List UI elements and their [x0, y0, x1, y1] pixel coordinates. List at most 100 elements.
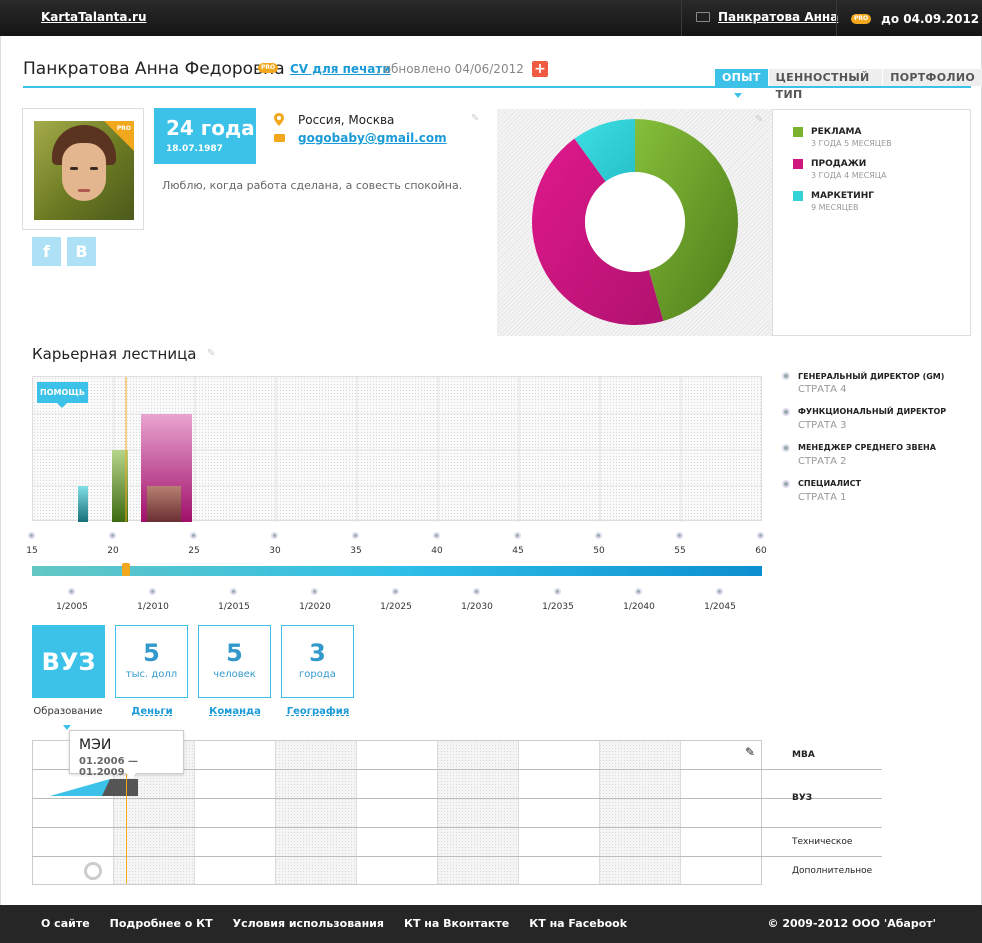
level-strata: СТРАТА 2: [798, 456, 847, 467]
level-strata: СТРАТА 3: [798, 420, 847, 431]
footer-link-terms[interactable]: Условия использования: [233, 917, 384, 930]
pro-badge: PRO: [851, 14, 872, 24]
edu-row-label: MBA: [792, 750, 815, 760]
site-logo[interactable]: KartaTalanta.ru: [41, 10, 147, 24]
top-bar: KartaTalanta.ru Панкратова Анна PRO до 0…: [0, 0, 982, 36]
timeline-scrollbar[interactable]: [32, 566, 762, 576]
edit-pencil-icon[interactable]: ✎: [207, 349, 217, 359]
age-tick-label: 15: [26, 546, 38, 556]
level-marker: [782, 372, 790, 380]
pro-status: PRO до 04.09.2012: [851, 12, 979, 26]
career-bar[interactable]: [78, 486, 88, 522]
age-tick-dot: [190, 532, 197, 539]
level-marker: [782, 408, 790, 416]
year-tick-label: 1/2035: [542, 602, 574, 612]
footer-link-facebook[interactable]: КТ на Facebook: [529, 917, 627, 930]
tooltip-dates: 01.2006 — 01.2009: [79, 756, 139, 778]
email-link[interactable]: gogobaby@gmail.com: [298, 131, 447, 145]
divider: [681, 0, 682, 36]
mail-icon: [274, 134, 285, 142]
level-title: ФУНКЦИОНАЛЬНЫЙ ДИРЕКТОР: [798, 407, 947, 416]
year-tick-label: 1/2015: [218, 602, 250, 612]
age-tick-dot: [352, 532, 359, 539]
edit-pencil-icon[interactable]: ✎: [745, 746, 755, 758]
age-tick-dot: [514, 532, 521, 539]
tab-experience[interactable]: ОПЫТ: [715, 69, 768, 86]
year-tick-dot: [554, 588, 561, 595]
year-tick-label: 1/2030: [461, 602, 493, 612]
age-tick-label: 25: [188, 546, 200, 556]
geography-stat[interactable]: 3 города: [281, 625, 354, 698]
edit-pencil-icon[interactable]: ✎: [471, 114, 481, 124]
birth-date: 18.07.1987: [166, 144, 223, 154]
location-pin-icon: [274, 113, 284, 126]
age-tick-label: 45: [512, 546, 524, 556]
vkontakte-icon[interactable]: B: [67, 237, 96, 266]
education-stat[interactable]: ВУЗ: [32, 625, 105, 698]
profile-card-icon: [696, 12, 710, 22]
add-button[interactable]: +: [532, 61, 548, 77]
chart-legend: РЕКЛАМА 3 ГОДА 5 МЕСЯЦЕВ ПРОДАЖИ 3 ГОДА …: [772, 109, 971, 336]
level-title: МЕНЕДЖЕР СРЕДНЕГО ЗВЕНА: [798, 443, 936, 452]
level-strata: СТРАТА 1: [798, 492, 847, 503]
year-tick-dot: [716, 588, 723, 595]
money-link[interactable]: Деньги: [107, 706, 197, 717]
year-tick-dot: [473, 588, 480, 595]
user-menu[interactable]: Панкратова Анна: [696, 10, 859, 24]
user-name-link[interactable]: Панкратова Анна: [718, 10, 838, 24]
add-circle-icon[interactable]: [84, 862, 102, 880]
timeline-handle[interactable]: [122, 563, 130, 576]
team-stat[interactable]: 5 человек: [198, 625, 271, 698]
career-ladder-title: Карьерная лестница: [32, 345, 197, 363]
age-tick-dot: [595, 532, 602, 539]
pro-expiry: до 04.09.2012: [881, 12, 980, 26]
edu-row-label: ВУЗ: [792, 793, 813, 803]
age-tick-label: 30: [269, 546, 281, 556]
facebook-icon[interactable]: f: [32, 237, 61, 266]
active-tab-pointer: [734, 93, 742, 98]
avatar[interactable]: PRO: [34, 121, 134, 220]
copyright: © 2009-2012 ООО 'Абарот': [767, 917, 937, 930]
divider: [836, 0, 837, 36]
tooltip-title: МЭИ: [79, 737, 112, 753]
footer-links: О сайте Подробнее о КТ Условия использов…: [41, 917, 627, 930]
tab-value-type[interactable]: ЦЕННОСТНЫЙ ТИП: [768, 69, 883, 101]
help-tooltip[interactable]: ПОМОЩЬ: [37, 382, 88, 408]
footer: О сайте Подробнее о КТ Условия использов…: [0, 905, 982, 943]
year-tick-dot: [392, 588, 399, 595]
age-tick-label: 35: [350, 546, 362, 556]
year-tick-label: 1/2005: [56, 602, 88, 612]
year-tick-label: 1/2010: [137, 602, 169, 612]
tab-portfolio[interactable]: ПОРТФОЛИО: [883, 69, 982, 86]
career-bar[interactable]: [147, 486, 181, 522]
money-stat[interactable]: 5 тыс. долл: [115, 625, 188, 698]
updated-date: , обновлено 04/06/2012: [376, 62, 524, 76]
education-caption: Образование: [33, 706, 103, 717]
page-title: Панкратова Анна Федоровна: [23, 59, 285, 79]
footer-link-more[interactable]: Подробнее о КТ: [110, 917, 213, 930]
age-tick-label: 60: [755, 546, 767, 556]
year-tick-label: 1/2020: [299, 602, 331, 612]
team-link[interactable]: Команда: [190, 706, 280, 717]
age-tick-dot: [676, 532, 683, 539]
year-tick-dot: [635, 588, 642, 595]
edu-row-label: Техническое: [792, 837, 853, 847]
age-tick-dot: [757, 532, 764, 539]
age-tick-dot: [433, 532, 440, 539]
geography-link[interactable]: География: [273, 706, 363, 717]
level-title: ГЕНЕРАЛЬНЫЙ ДИРЕКТОР (GM): [798, 372, 945, 381]
experience-donut-chart: [532, 119, 738, 325]
edit-pencil-icon[interactable]: ✎: [755, 115, 765, 125]
footer-link-about[interactable]: О сайте: [41, 917, 90, 930]
profile-quote: Люблю, когда работа сделана, а совесть с…: [162, 179, 463, 192]
age-badge: 24 года 18.07.1987: [154, 108, 256, 164]
age-value: 24 года: [166, 116, 255, 140]
age-tick-label: 50: [593, 546, 605, 556]
career-bars: [33, 377, 763, 522]
avatar-frame: PRO: [22, 108, 144, 230]
age-tick-label: 20: [107, 546, 119, 556]
footer-link-vk[interactable]: КТ на Вконтакте: [404, 917, 509, 930]
donut-hole: [585, 172, 685, 272]
year-tick-dot: [311, 588, 318, 595]
year-tick-label: 1/2040: [623, 602, 655, 612]
